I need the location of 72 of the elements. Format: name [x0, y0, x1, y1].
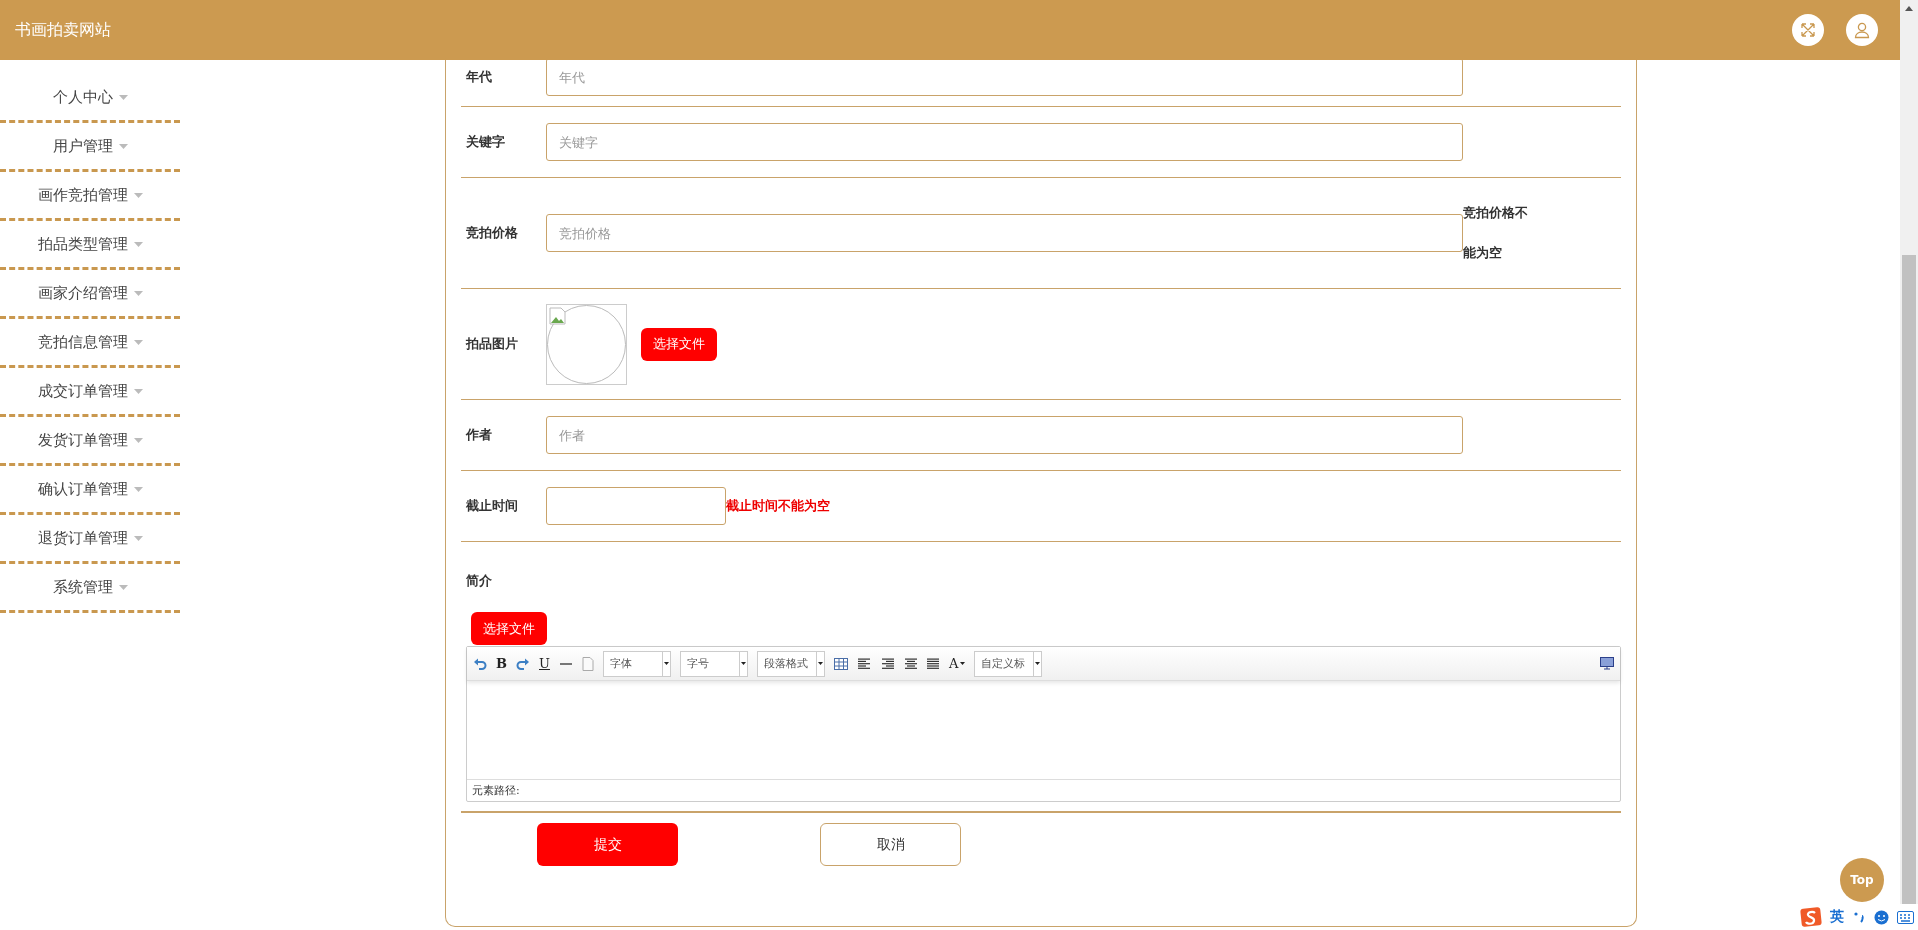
choose-file-button[interactable]: 选择文件: [641, 327, 717, 361]
caret-icon: [133, 437, 143, 443]
sidebar-menu-item[interactable]: 系统管理: [0, 564, 180, 613]
date-field[interactable]: [546, 487, 726, 525]
sidebar-menu-item[interactable]: 个人中心: [0, 74, 180, 123]
error-message: 竞拍价格不能为空: [1463, 204, 1528, 262]
submit-button[interactable]: 提交: [537, 823, 678, 866]
font-color-button[interactable]: A: [948, 656, 966, 671]
text-align-icon[interactable]: [856, 657, 871, 670]
keyboard-icon[interactable]: [1897, 910, 1914, 924]
sidebar-menu-item[interactable]: 确认订单管理: [0, 466, 180, 515]
caret-icon: [960, 662, 966, 665]
caret-icon: [118, 143, 128, 149]
caret-icon: [817, 662, 823, 665]
text-field[interactable]: 作者: [546, 416, 1463, 454]
emoji-icon[interactable]: [1874, 909, 1889, 925]
toolbar-dropdown[interactable]: 字体: [602, 650, 671, 677]
broken-image-icon: [549, 306, 567, 325]
caret-icon: [133, 192, 143, 198]
ime-language[interactable]: 英: [1830, 908, 1844, 926]
text-field[interactable]: 竞拍价格: [546, 214, 1463, 252]
editor-status: 元素路径:: [467, 779, 1620, 801]
caret-icon: [1035, 662, 1041, 665]
sidebar-menu-item[interactable]: 画作竞拍管理: [0, 172, 180, 221]
field-label: 竞拍价格: [465, 224, 519, 242]
choose-file-button[interactable]: 选择文件: [471, 612, 547, 645]
text-field[interactable]: 关键字: [546, 123, 1463, 161]
caret-icon: [118, 94, 128, 100]
scroll-up-icon[interactable]: [1905, 6, 1913, 11]
text-align-icon[interactable]: [925, 657, 940, 670]
text-align-icon[interactable]: [879, 657, 894, 670]
field-label: 简介: [465, 572, 493, 590]
monitor-icon[interactable]: [1600, 657, 1614, 670]
error-message: 截止时间不能为空: [726, 497, 830, 515]
sidebar-menu-item[interactable]: 成交订单管理: [0, 368, 180, 417]
underline-button[interactable]: U: [539, 656, 550, 671]
text-align-icon[interactable]: [902, 657, 917, 670]
sidebar-menu-item[interactable]: 拍品类型管理: [0, 221, 180, 270]
sidebar-menu-item[interactable]: 竞拍信息管理: [0, 319, 180, 368]
caret-icon: [663, 662, 669, 665]
undo-icon[interactable]: [473, 656, 487, 671]
table-icon[interactable]: [833, 657, 848, 670]
caret-icon: [118, 584, 128, 590]
field-label: 截止时间: [465, 497, 519, 515]
sidebar-menu-item[interactable]: 退货订单管理: [0, 515, 180, 564]
caret-icon: [133, 388, 143, 394]
toolbar-dropdown[interactable]: 自定义标: [974, 650, 1043, 677]
text-field[interactable]: 年代: [546, 58, 1463, 96]
bold-button[interactable]: B: [496, 656, 507, 671]
rich-text-editor[interactable]: B U 字体 字号 段落格式 A 自定义标 元素路径:: [466, 646, 1621, 802]
sogou-logo-icon[interactable]: [1800, 907, 1822, 927]
caret-icon: [133, 290, 143, 296]
caret-icon: [133, 339, 143, 345]
caret-icon: [133, 486, 143, 492]
field-label: 年代: [465, 68, 493, 86]
user-icon[interactable]: [1846, 14, 1878, 46]
caret-icon: [133, 535, 143, 541]
punctuation-icon[interactable]: [1852, 910, 1866, 924]
sidebar-menu-item[interactable]: 画家介绍管理: [0, 270, 180, 319]
field-label: 拍品图片: [464, 335, 519, 353]
field-label: 关键字: [465, 133, 506, 151]
site-title: 书画拍卖网站: [15, 19, 111, 41]
field-label: 作者: [464, 426, 493, 444]
caret-icon: [740, 662, 746, 665]
toolbar-dropdown[interactable]: 字号: [679, 650, 748, 677]
fullscreen-icon[interactable]: [1792, 14, 1824, 46]
caret-icon: [133, 241, 143, 247]
redo-icon[interactable]: [516, 656, 530, 671]
cancel-button[interactable]: 取消: [820, 823, 961, 866]
sidebar-menu-item[interactable]: 发货订单管理: [0, 417, 180, 466]
toolbar-dropdown[interactable]: 段落格式: [756, 650, 825, 677]
sidebar-menu-item[interactable]: 用户管理: [0, 123, 180, 172]
